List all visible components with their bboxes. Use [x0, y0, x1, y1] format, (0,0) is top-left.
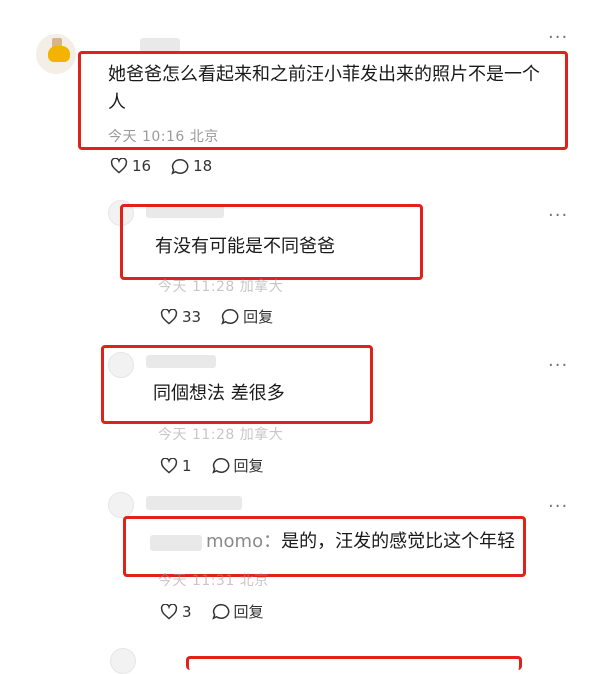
comment-actions: 16 18: [110, 157, 232, 175]
comment-meta: 今天 11:28 加拿大: [158, 427, 284, 443]
comment-bubble-icon: [171, 158, 189, 175]
avatar[interactable]: [108, 492, 134, 518]
comment-meta: 今天 10:16 北京: [108, 129, 219, 145]
heart-icon: [160, 457, 178, 474]
like-button[interactable]: 16: [110, 157, 151, 175]
comment-bubble-icon: [221, 308, 239, 325]
comment-actions: 1 回复: [160, 455, 284, 476]
like-button[interactable]: 1: [160, 457, 192, 475]
avatar-face: [48, 46, 70, 62]
more-options-icon[interactable]: ···: [548, 496, 568, 517]
comment-text: 同個想法 差很多: [153, 383, 285, 404]
like-count: 16: [132, 157, 152, 175]
comment-bubble-icon: [211, 457, 229, 474]
heart-icon: [160, 308, 178, 325]
reply-button[interactable]: 回复: [221, 306, 273, 327]
more-options-icon[interactable]: ···: [548, 205, 568, 226]
highlight-box: [186, 656, 522, 670]
more-options-icon[interactable]: ···: [548, 355, 568, 376]
heart-icon: [160, 603, 178, 620]
comment-meta: 今天 11:31 北京: [158, 573, 269, 589]
reply-label: 回复: [243, 308, 274, 326]
reply-count: 18: [193, 157, 213, 175]
comment-actions: 33 回复: [160, 306, 293, 327]
replies-button[interactable]: 18: [171, 157, 212, 175]
username-blurred[interactable]: [140, 38, 180, 52]
comment-text: momo：是的，汪发的感觉比这个年轻: [206, 527, 515, 557]
more-options-icon[interactable]: ···: [548, 27, 568, 48]
username-blurred[interactable]: [146, 496, 242, 510]
comment-text-continued: 人: [108, 92, 126, 113]
reply-button[interactable]: 回复: [211, 455, 264, 476]
reply-button[interactable]: 回复: [211, 601, 264, 622]
like-count: 3: [182, 602, 192, 621]
comment-actions: 3 回复: [160, 601, 284, 622]
heart-icon: [110, 158, 128, 174]
comment-text: 有没有可能是不同爸爸: [155, 236, 335, 257]
avatar[interactable]: [36, 34, 76, 74]
mention-suffix: momo：: [206, 531, 282, 552]
reply-label: 回复: [233, 603, 264, 621]
reply-label: 回复: [233, 457, 264, 475]
comment-bubble-icon: [211, 603, 229, 620]
mention-blurred: [150, 535, 202, 551]
comment-meta: 今天 11:28 加拿大: [158, 279, 284, 295]
like-count: 33: [182, 307, 202, 326]
like-count: 1: [182, 456, 192, 475]
like-button[interactable]: 3: [160, 603, 192, 621]
avatar[interactable]: [110, 648, 136, 674]
comment-text: 她爸爸怎么看起来和之前汪小菲发出来的照片不是一个: [108, 64, 540, 85]
comment-body: 是的，汪发的感觉比这个年轻: [281, 531, 516, 552]
like-button[interactable]: 33: [160, 308, 201, 326]
